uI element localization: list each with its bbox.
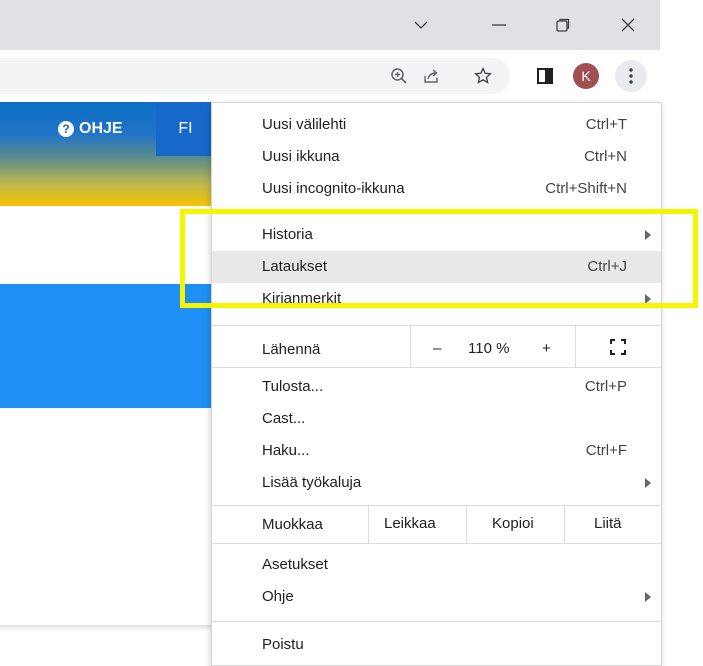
language-button[interactable]: FI [156,102,215,156]
menu-item-label: Tulosta... [262,378,324,395]
menu-divider [410,325,411,367]
paste-button[interactable]: Liitä [594,515,622,532]
menu-item-label: Lisää työkaluja [262,474,362,491]
menu-item-shortcut: Ctrl+F [585,442,627,459]
share-icon[interactable] [419,64,443,88]
language-label: FI [178,120,193,137]
menu-divider [368,505,369,543]
help-label: OHJE [79,120,123,137]
menu-item-shortcut: Ctrl+N [584,148,627,165]
menu-item-label: Asetukset [262,556,328,573]
avatar[interactable]: K [573,63,599,89]
menu-item-label: Ohje [262,588,294,605]
menu-item-find[interactable]: Haku... Ctrl+F [212,435,661,467]
bookmark-star-icon[interactable] [471,64,495,88]
menu-divider [575,325,576,367]
zoom-icon[interactable] [387,64,411,88]
zoom-out-button[interactable]: – [433,340,441,357]
menu-item-shortcut: Ctrl+T [585,116,627,133]
menu-divider [466,505,467,543]
edit-label: Muokkaa [262,516,323,533]
browser-toolbar [0,50,660,102]
submenu-arrow-icon [645,592,651,602]
menu-item-label: Uusi incognito-ikkuna [262,180,405,197]
menu-item-settings[interactable]: Asetukset [212,549,661,581]
help-button[interactable]: ? OHJE [58,120,123,138]
side-panel-icon[interactable] [533,64,557,88]
menu-separator [212,325,661,326]
menu-item-exit[interactable]: Poistu [212,629,661,661]
menu-separator [212,543,661,544]
fullscreen-icon[interactable] [610,339,626,355]
menu-separator [212,367,661,368]
minimize-icon[interactable] [484,12,514,38]
menu-item-shortcut: Ctrl+Shift+N [545,180,627,197]
menu-divider [564,505,565,543]
menu-separator [212,621,661,622]
menu-item-label: Haku... [262,442,310,459]
chrome-menu: Uusi välilehti Ctrl+T Uusi ikkuna Ctrl+N… [211,102,662,666]
avatar-letter: K [581,68,591,84]
menu-item-print[interactable]: Tulosta... Ctrl+P [212,371,661,403]
page-divider [0,625,215,631]
menu-item-new-window[interactable]: Uusi ikkuna Ctrl+N [212,141,661,173]
close-icon[interactable] [613,12,643,38]
menu-item-label: Cast... [262,410,306,427]
menu-item-more-tools[interactable]: Lisää työkaluja [212,467,661,499]
zoom-value: 110 % [468,340,510,357]
zoom-label: Lähennä [262,341,321,358]
submenu-arrow-icon [645,478,651,488]
cut-button[interactable]: Leikkaa [384,515,436,532]
menu-item-help[interactable]: Ohje [212,581,661,613]
menu-item-cast[interactable]: Cast... [212,403,661,435]
chevron-down-icon[interactable] [406,12,436,38]
highlight-annotation [180,209,698,308]
menu-item-label: Uusi välilehti [262,116,347,133]
menu-item-label: Uusi ikkuna [262,148,340,165]
menu-separator [212,505,661,506]
menu-item-shortcut: Ctrl+P [584,378,627,395]
question-icon: ? [58,121,74,137]
menu-item-new-tab[interactable]: Uusi välilehti Ctrl+T [212,109,661,141]
copy-button[interactable]: Kopioi [492,515,534,532]
restore-icon[interactable] [548,12,578,38]
kebab-menu-icon[interactable] [615,60,647,92]
menu-item-new-incognito[interactable]: Uusi incognito-ikkuna Ctrl+Shift+N [212,173,661,205]
menu-item-label: Poistu [262,636,304,653]
zoom-in-button[interactable]: + [542,340,551,357]
